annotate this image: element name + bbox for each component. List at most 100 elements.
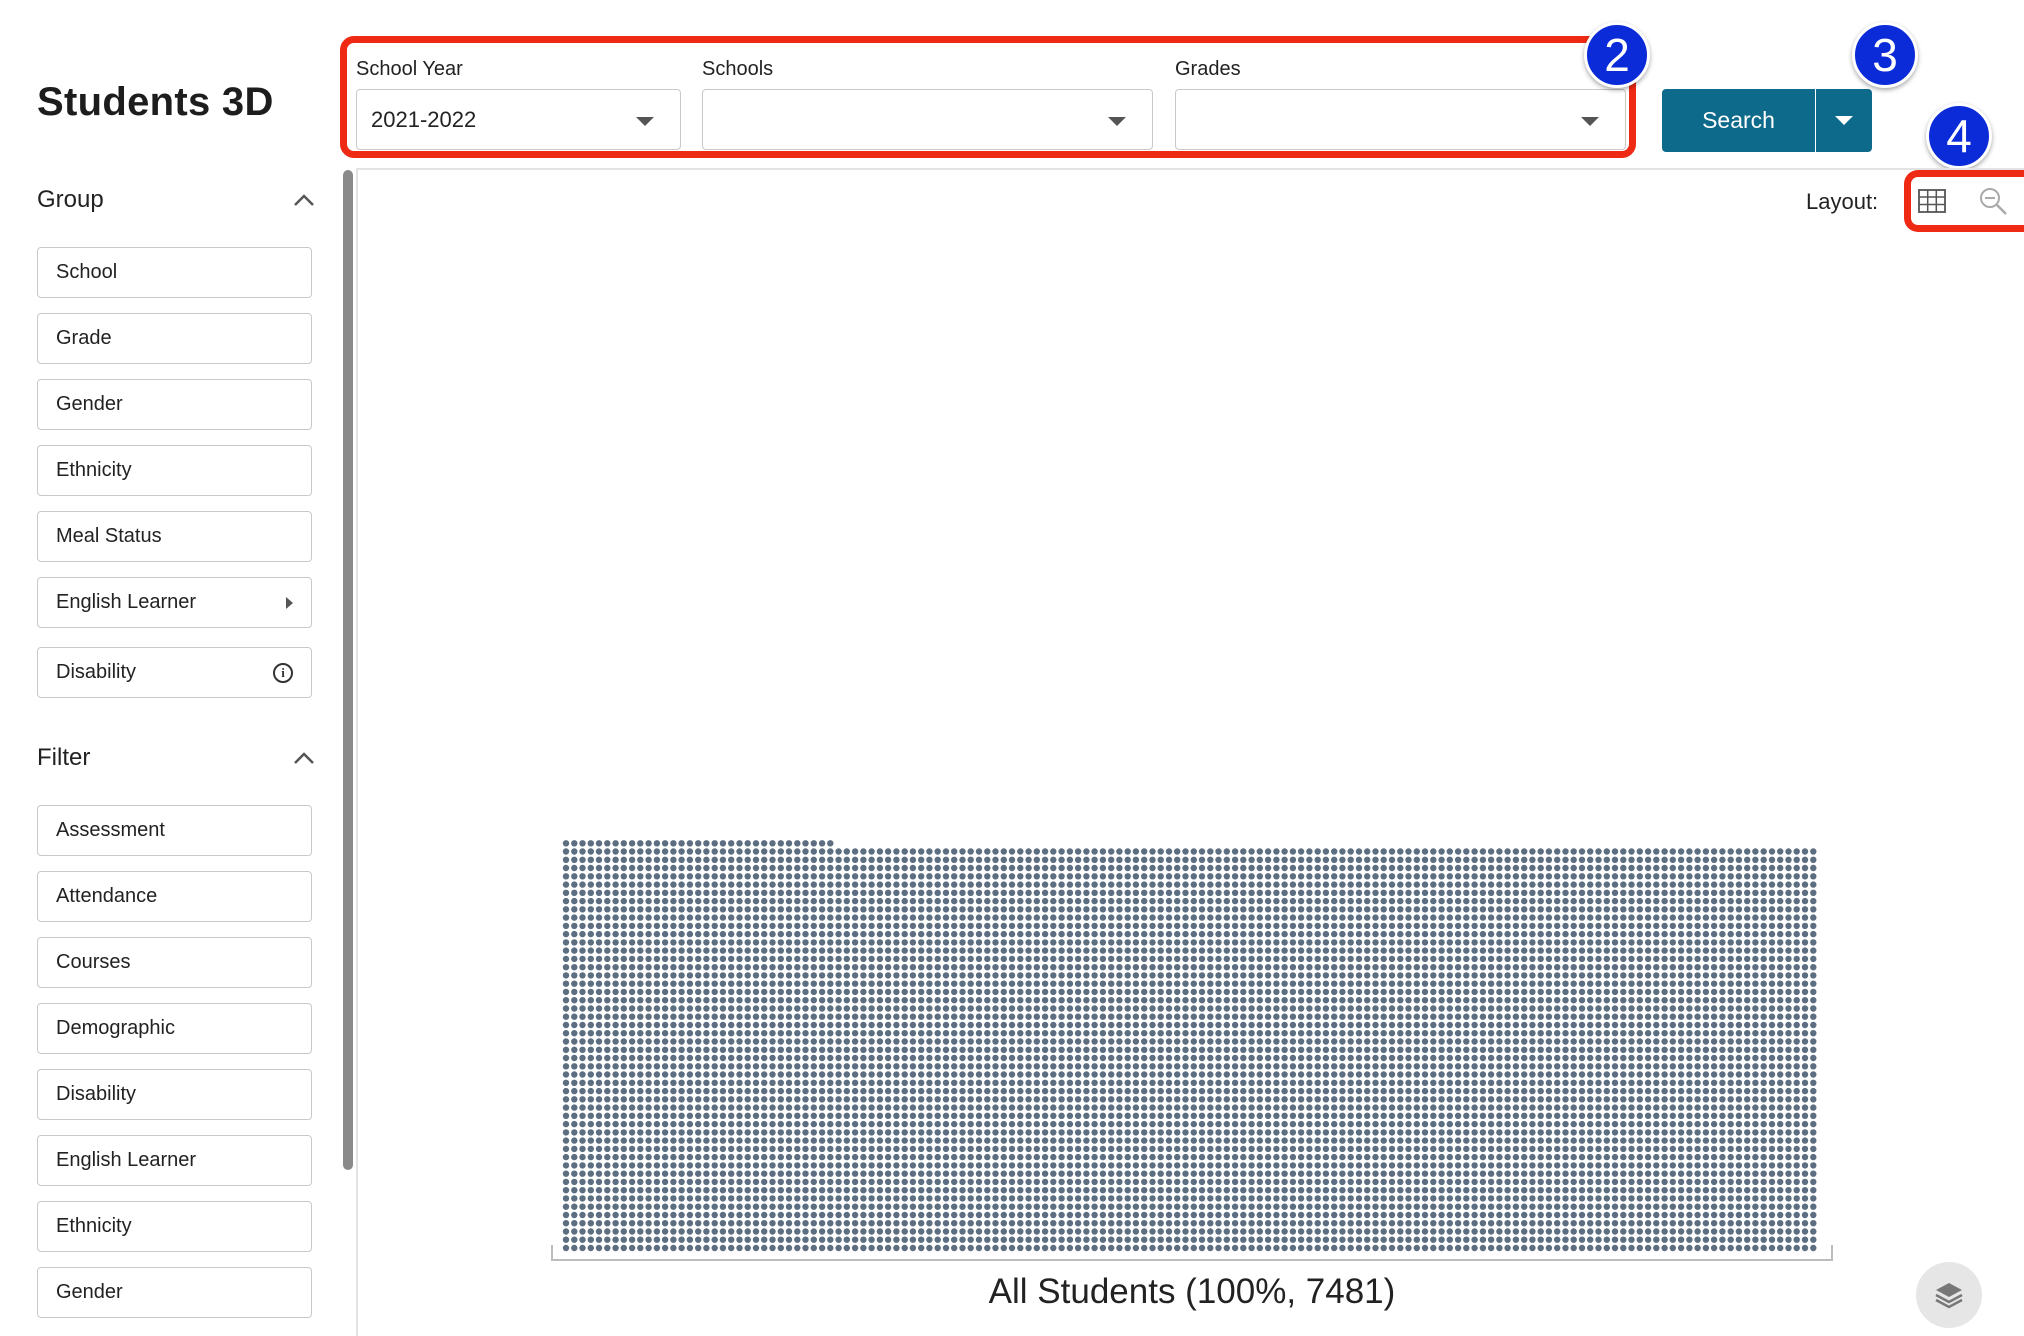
- student-dot: [1017, 1054, 1024, 1062]
- student-dot: [571, 914, 578, 921]
- student-dot: [1264, 1228, 1272, 1235]
- student-dot: [1165, 1096, 1173, 1103]
- student-dot: [1314, 1087, 1321, 1095]
- student-dot: [1248, 930, 1255, 938]
- student-dot: [1141, 939, 1148, 946]
- student-dot: [670, 988, 677, 996]
- student-dot: [1314, 856, 1321, 863]
- student-dot: [967, 997, 974, 1004]
- student-dot: [1066, 1220, 1074, 1227]
- student-dot: [1223, 930, 1231, 938]
- student-dot: [637, 1170, 644, 1177]
- student-dot: [951, 1079, 958, 1087]
- student-dot: [1306, 988, 1313, 996]
- student-dot: [1091, 1104, 1098, 1111]
- student-dot: [1041, 1170, 1049, 1177]
- student-dot: [1058, 1178, 1065, 1186]
- student-dot: [761, 1162, 768, 1169]
- student-dot: [1231, 1013, 1239, 1020]
- student-dot: [1364, 1054, 1371, 1062]
- student-dot: [1116, 1170, 1123, 1177]
- student-dot: [909, 930, 917, 938]
- student-dot: [1281, 1170, 1288, 1177]
- student-dot: [1215, 1104, 1222, 1111]
- student-dot: [744, 1220, 751, 1227]
- student-dot: [728, 889, 735, 896]
- student-dot: [1033, 939, 1041, 946]
- student-dot: [1248, 1153, 1255, 1161]
- student-dot: [571, 1096, 578, 1103]
- student-dot: [1223, 1013, 1231, 1020]
- student-dot: [1066, 997, 1074, 1004]
- student-dot: [1066, 1236, 1074, 1243]
- student-dot: [1364, 1137, 1371, 1144]
- student-dot: [1008, 980, 1016, 987]
- student-dot: [843, 1038, 850, 1045]
- student-dot: [942, 1054, 950, 1062]
- student-dot: [1314, 1220, 1321, 1227]
- student-dot: [1000, 939, 1007, 946]
- student-dot: [1066, 864, 1074, 872]
- student-dot: [719, 1005, 727, 1012]
- student-dot: [1025, 1079, 1032, 1087]
- student-dot: [1215, 1046, 1222, 1054]
- student-dot: [1207, 1170, 1214, 1177]
- student-dot: [595, 947, 603, 954]
- student-dot: [1273, 922, 1280, 930]
- student-dot: [843, 1030, 850, 1037]
- student-dot: [1372, 1170, 1379, 1177]
- student-dot: [975, 939, 983, 946]
- student-dot: [909, 864, 917, 872]
- student-dot: [1198, 1013, 1206, 1020]
- student-dot: [810, 1162, 817, 1169]
- student-dot: [628, 1079, 636, 1087]
- student-dot: [1116, 1013, 1123, 1020]
- student-dot: [1314, 864, 1321, 872]
- student-dot: [670, 955, 677, 963]
- student-dot: [703, 881, 710, 888]
- student-dot: [1149, 997, 1156, 1004]
- student-dot: [769, 1038, 776, 1045]
- student-dot: [984, 930, 991, 938]
- student-dot: [1207, 980, 1214, 987]
- student-dot: [1058, 930, 1065, 938]
- student-dot: [1000, 1005, 1007, 1012]
- student-dot: [794, 1120, 801, 1128]
- student-dot: [587, 1030, 594, 1037]
- student-dot: [1099, 1005, 1107, 1012]
- student-dot: [1074, 1087, 1082, 1095]
- student-dot: [851, 955, 859, 963]
- student-dot: [1116, 1236, 1123, 1243]
- student-dot: [1190, 1145, 1198, 1153]
- student-dot: [1207, 897, 1214, 905]
- student-dot: [1041, 1079, 1049, 1087]
- student-dot: [1364, 906, 1371, 913]
- student-dot: [1108, 1228, 1115, 1235]
- student-dot: [1215, 1038, 1222, 1045]
- student-dot: [1322, 1162, 1330, 1169]
- student-dot: [678, 1021, 685, 1029]
- student-dot: [1116, 939, 1123, 946]
- student-dot: [1347, 1220, 1354, 1227]
- student-dot: [1174, 947, 1181, 954]
- student-dot: [612, 856, 619, 863]
- student-dot: [1008, 906, 1016, 913]
- student-dot: [1141, 906, 1148, 913]
- student-dot: [1165, 1071, 1173, 1078]
- student-dot: [884, 980, 892, 987]
- student-dot: [645, 1005, 652, 1012]
- student-dot: [1099, 1120, 1107, 1128]
- student-dot: [604, 1104, 611, 1111]
- student-dot: [670, 856, 677, 863]
- student-dot: [901, 1129, 908, 1136]
- student-dot: [1248, 1236, 1255, 1243]
- student-dot: [1355, 1187, 1363, 1194]
- student-dot: [1190, 1087, 1198, 1095]
- student-dot: [992, 955, 999, 963]
- student-dot: [810, 1145, 817, 1153]
- student-dot: [1091, 1195, 1098, 1202]
- student-dot: [587, 1120, 594, 1128]
- student-dot: [1339, 1178, 1346, 1186]
- student-dot: [1231, 980, 1239, 987]
- student-dot: [785, 856, 793, 863]
